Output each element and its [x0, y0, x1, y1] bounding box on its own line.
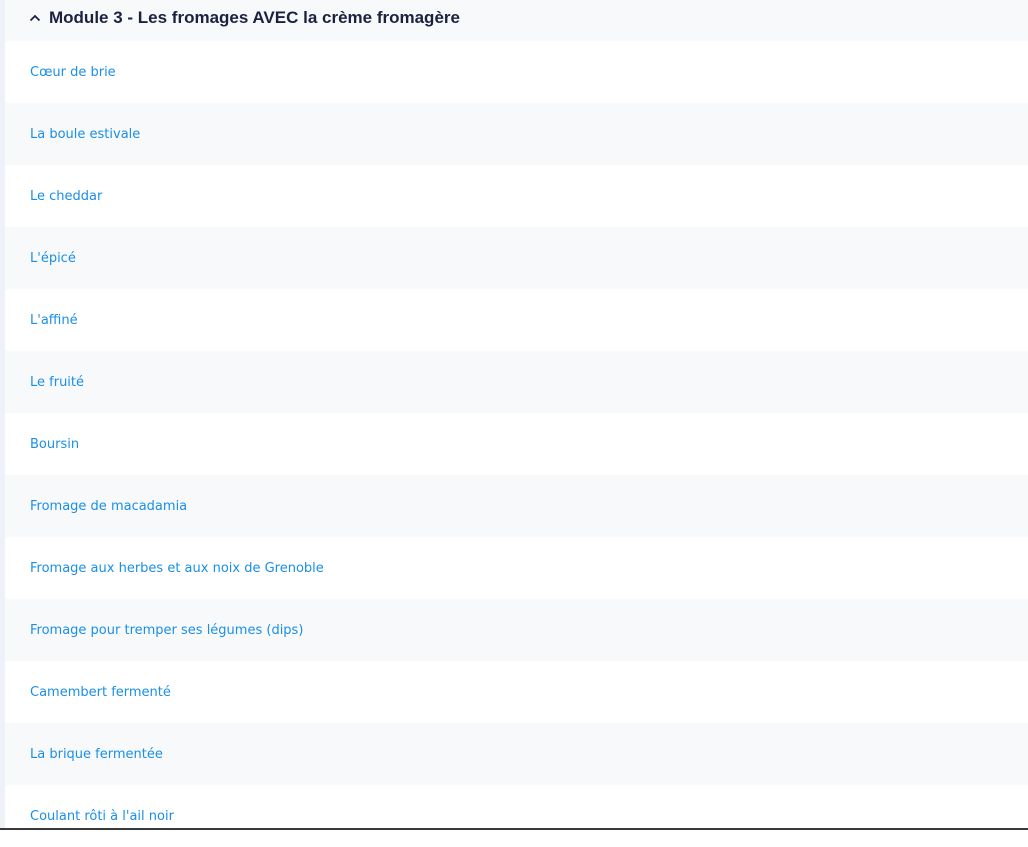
lesson-row: Coulant rôti à l'ail noir: [5, 785, 1028, 847]
lesson-link[interactable]: Le cheddar: [30, 189, 102, 204]
lesson-row: Fromage de macadamia: [5, 475, 1028, 537]
lesson-link[interactable]: Fromage aux herbes et aux noix de Grenob…: [30, 561, 324, 576]
lesson-link[interactable]: Camembert fermenté: [30, 685, 171, 700]
lesson-link[interactable]: Fromage pour tremper ses légumes (dips): [30, 623, 303, 638]
lesson-link[interactable]: L'affiné: [30, 313, 78, 328]
lesson-link[interactable]: L'épicé: [30, 251, 76, 266]
lesson-row: L'affiné: [5, 289, 1028, 351]
lesson-row: La brique fermentée: [5, 723, 1028, 785]
lesson-row: Cœur de brie: [5, 41, 1028, 103]
chevron-up-icon[interactable]: [27, 10, 43, 26]
lesson-row: Fromage aux herbes et aux noix de Grenob…: [5, 537, 1028, 599]
lesson-link[interactable]: Cœur de brie: [30, 65, 116, 80]
lesson-row: La boule estivale: [5, 103, 1028, 165]
lesson-link[interactable]: Le fruité: [30, 375, 84, 390]
module-section: Module 3 - Les fromages AVEC la crème fr…: [5, 0, 1028, 847]
lesson-row: Le cheddar: [5, 165, 1028, 227]
lesson-row: Boursin: [5, 413, 1028, 475]
lesson-link[interactable]: Boursin: [30, 437, 79, 452]
lesson-link[interactable]: La brique fermentée: [30, 747, 163, 762]
module-header-toggle[interactable]: Module 3 - Les fromages AVEC la crème fr…: [5, 0, 1028, 41]
lesson-row: Fromage pour tremper ses légumes (dips): [5, 599, 1028, 661]
lesson-list: Cœur de brie La boule estivale Le chedda…: [5, 41, 1028, 847]
lesson-link[interactable]: Coulant rôti à l'ail noir: [30, 809, 174, 824]
lesson-row: Le fruité: [5, 351, 1028, 413]
lesson-link[interactable]: La boule estivale: [30, 127, 140, 142]
lesson-row: Camembert fermenté: [5, 661, 1028, 723]
lesson-link[interactable]: Fromage de macadamia: [30, 499, 187, 514]
lesson-row: L'épicé: [5, 227, 1028, 289]
module-title: Module 3 - Les fromages AVEC la crème fr…: [49, 8, 460, 27]
